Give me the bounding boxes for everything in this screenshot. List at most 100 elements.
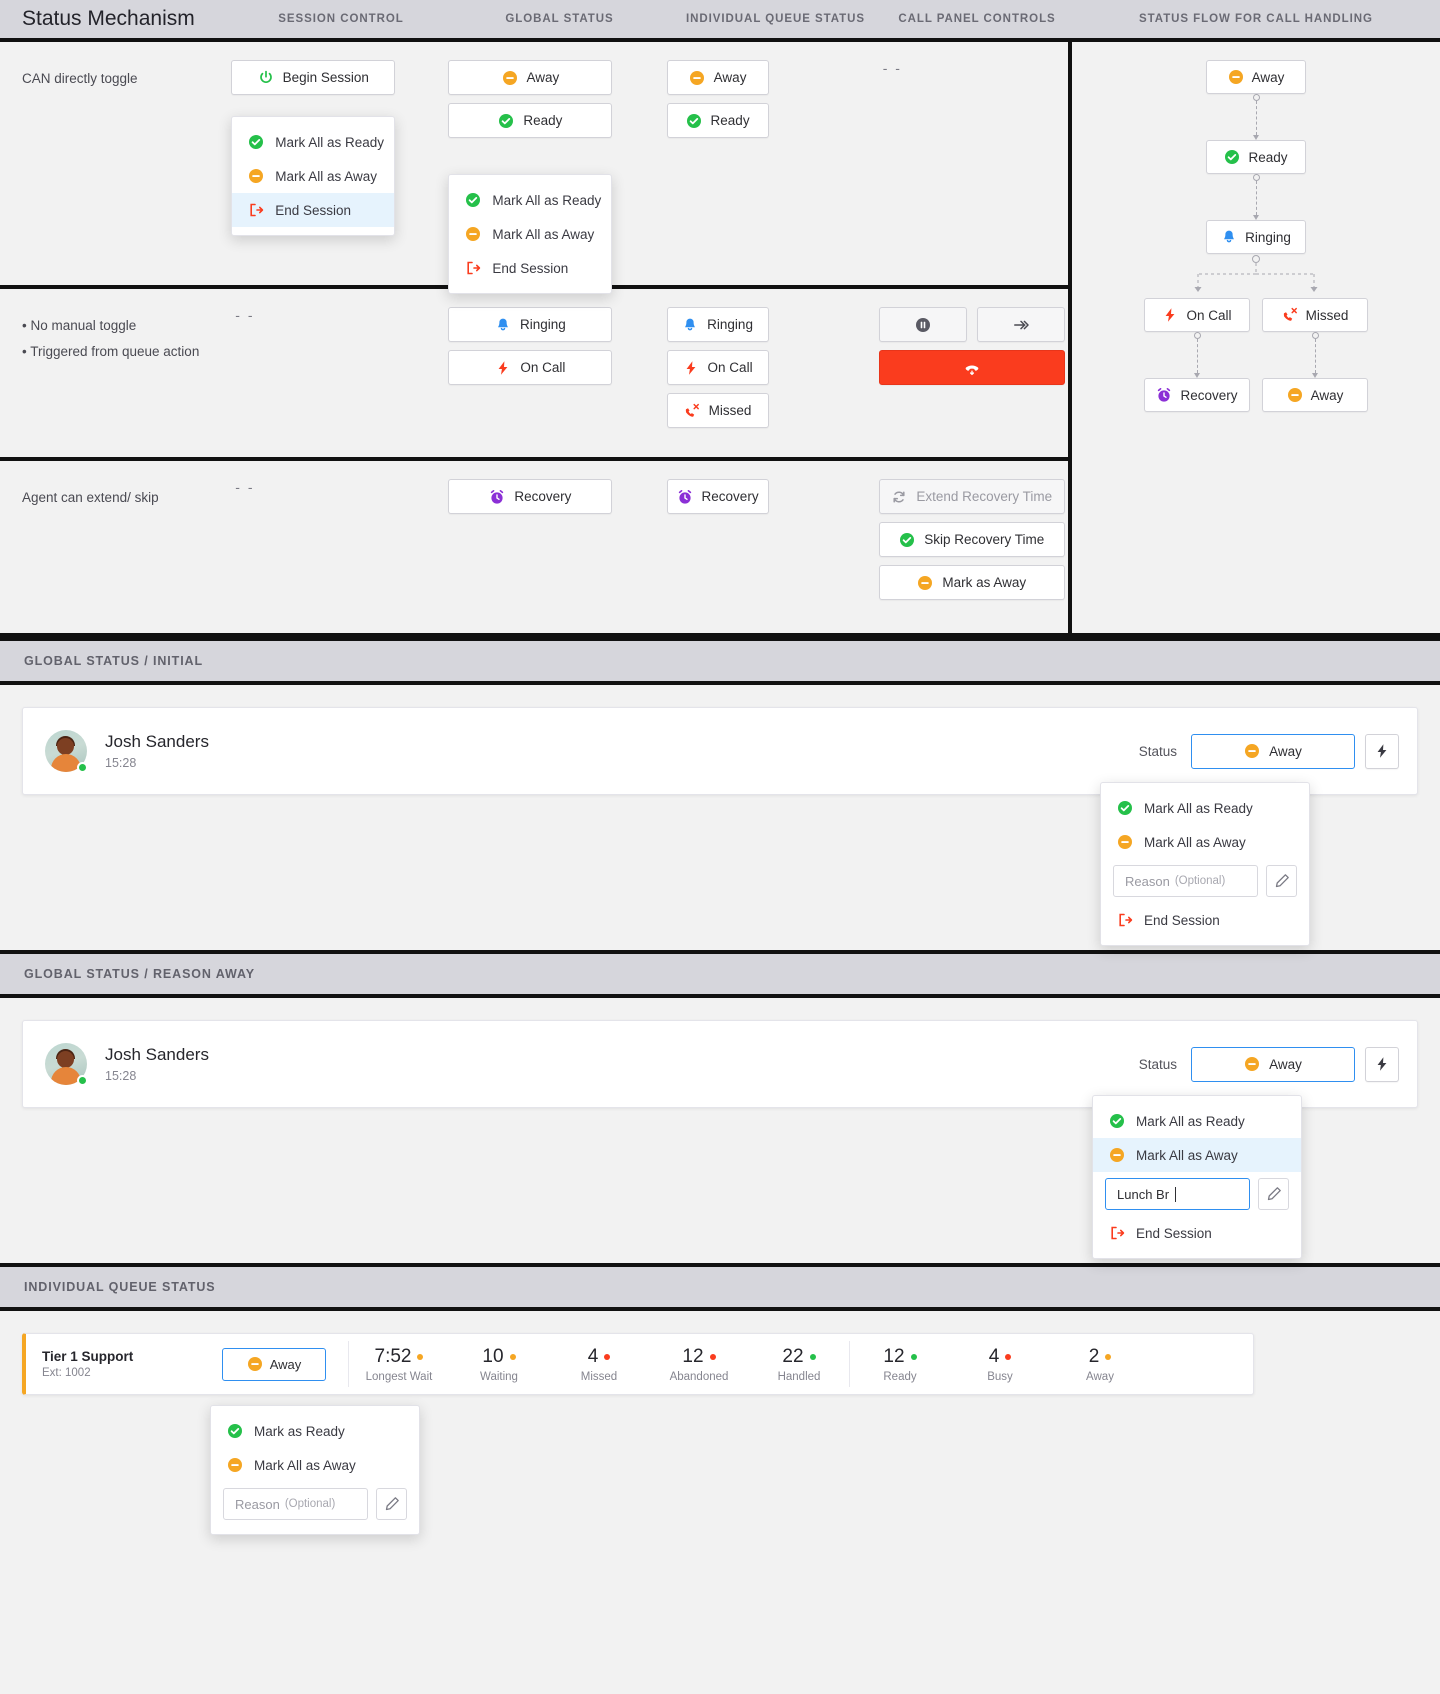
hangup-call-button[interactable] bbox=[878, 350, 1065, 385]
check-circle-icon bbox=[686, 113, 702, 129]
cell-global-status-row1: Away Ready Mark All as Ready Mark All as… bbox=[448, 42, 666, 294]
metric-abandoned: 12 Abandoned bbox=[649, 1346, 749, 1383]
session-control-menu[interactable]: Mark All as Ready Mark All as Away End S… bbox=[231, 116, 396, 236]
global-status-recovery-button[interactable]: Recovery bbox=[448, 479, 613, 514]
flow-node-on-call[interactable]: On Call bbox=[1144, 298, 1250, 332]
flow-leaf-row: Recovery Away bbox=[1144, 378, 1368, 412]
avatar bbox=[45, 1043, 88, 1086]
global-status-ready-button[interactable]: Ready bbox=[448, 103, 613, 138]
extend-recovery-time-button[interactable]: Extend Recovery Time bbox=[878, 479, 1065, 514]
queue-status-recovery-button[interactable]: Recovery bbox=[666, 479, 769, 514]
connector-line bbox=[1314, 339, 1316, 373]
queue-status-ready-button[interactable]: Ready bbox=[666, 103, 769, 138]
quick-action-button[interactable] bbox=[1365, 1046, 1399, 1082]
menu-item-label: Mark All as Ready bbox=[1144, 800, 1253, 816]
queue-metrics: 7:52 Longest Wait 10 Waiting 4 Missed 12… bbox=[348, 1334, 1150, 1394]
flow-node-ringing[interactable]: Ringing bbox=[1206, 220, 1306, 254]
text-cursor bbox=[1175, 1186, 1177, 1202]
flow-node-ready[interactable]: Ready bbox=[1206, 140, 1306, 174]
connector-dot bbox=[1311, 332, 1319, 339]
menu-item-mark-all-ready[interactable]: Mark All as Ready bbox=[1093, 1104, 1301, 1138]
status-flow-diagram: Away Ready Ringing On Call Missed Recove… bbox=[1072, 42, 1440, 633]
queue-status-missed-button[interactable]: Missed bbox=[666, 393, 769, 428]
quick-action-button[interactable] bbox=[1365, 733, 1399, 769]
pencil-icon bbox=[1266, 1186, 1282, 1202]
menu-item-mark-all-away[interactable]: Mark All as Away bbox=[1093, 1138, 1301, 1172]
menu-item-label: Mark as Ready bbox=[254, 1423, 345, 1439]
global-status-ringing-button[interactable]: Ringing bbox=[448, 307, 613, 342]
reason-input[interactable]: Reason (Optional) bbox=[223, 1488, 368, 1520]
metric-label: Ready bbox=[883, 1370, 917, 1383]
avatar bbox=[45, 730, 88, 773]
begin-session-button[interactable]: Begin Session bbox=[231, 60, 396, 95]
minus-circle-icon bbox=[1287, 387, 1303, 403]
button-label: Recovery bbox=[514, 489, 572, 504]
metric-status-dot bbox=[1005, 1353, 1012, 1360]
column-header-individual-queue-status: INDIVIDUAL QUEUE STATUS bbox=[685, 13, 866, 25]
flow-node-away[interactable]: Away bbox=[1206, 60, 1306, 94]
section-global-status-reason-away: Josh Sanders 15:28 Status Away Mark All … bbox=[0, 998, 1440, 1263]
queue-status-menu[interactable]: Mark as Ready Mark All as Away Reason (O… bbox=[210, 1405, 420, 1535]
queue-status-dropdown-trigger[interactable]: Away bbox=[222, 1347, 326, 1381]
queue-info: Tier 1 Support Ext: 1002 bbox=[26, 1349, 222, 1379]
reason-input[interactable]: Lunch Br bbox=[1105, 1178, 1250, 1210]
menu-item-mark-all-ready[interactable]: Mark All as Ready bbox=[449, 183, 611, 217]
transfer-call-button[interactable] bbox=[976, 307, 1065, 342]
bell-icon bbox=[495, 317, 511, 333]
bell-icon bbox=[682, 317, 698, 333]
metric-waiting: 10 Waiting bbox=[449, 1346, 549, 1383]
metric-status-dot bbox=[1105, 1353, 1112, 1360]
menu-item-mark-all-away[interactable]: Mark All as Away bbox=[1101, 825, 1309, 859]
column-header-call-panel-controls: CALL PANEL CONTROLS bbox=[898, 13, 1056, 25]
agent-status-menu-initial[interactable]: Mark All as Ready Mark All as Away Reaso… bbox=[1100, 782, 1310, 946]
flow-connector bbox=[1252, 94, 1260, 140]
check-circle-icon bbox=[1117, 800, 1133, 816]
flow-node-missed[interactable]: Missed bbox=[1262, 298, 1368, 332]
menu-item-end-session[interactable]: End Session bbox=[1101, 903, 1309, 937]
menu-item-mark-all-away[interactable]: Mark All as Away bbox=[449, 217, 611, 251]
edit-reason-button[interactable] bbox=[376, 1488, 407, 1520]
cell-call-panel-row3: Extend Recovery Time Skip Recovery Time … bbox=[878, 461, 1068, 633]
button-label: Recovery bbox=[701, 489, 759, 504]
agent-status-menu-reason[interactable]: Mark All as Ready Mark All as Away Lunch… bbox=[1092, 1095, 1302, 1259]
global-status-menu[interactable]: Mark All as Ready Mark All as Away End S… bbox=[448, 174, 613, 294]
menu-item-mark-as-ready[interactable]: Mark as Ready bbox=[211, 1414, 419, 1448]
session-placeholder: - - bbox=[235, 479, 255, 495]
agent-status-dropdown-trigger[interactable]: Away bbox=[1191, 733, 1355, 769]
global-status-oncall-button[interactable]: On Call bbox=[448, 350, 613, 385]
queue-status-ringing-button[interactable]: Ringing bbox=[666, 307, 769, 342]
menu-item-end-session[interactable]: End Session bbox=[232, 193, 395, 227]
edit-reason-button[interactable] bbox=[1258, 1178, 1289, 1210]
metric-value: 4 bbox=[988, 1345, 1000, 1367]
menu-item-end-session[interactable]: End Session bbox=[1093, 1216, 1301, 1250]
edit-reason-button[interactable] bbox=[1266, 865, 1297, 897]
agent-info: Josh Sanders 15:28 bbox=[87, 1045, 209, 1083]
column-header-status-flow: STATUS FLOW FOR CALL HANDLING bbox=[1139, 13, 1373, 25]
column-header-global-status: GLOBAL STATUS bbox=[505, 13, 614, 25]
flow-connector bbox=[1144, 332, 1250, 378]
check-circle-icon bbox=[899, 532, 915, 548]
skip-recovery-time-button[interactable]: Skip Recovery Time bbox=[878, 522, 1065, 557]
flow-node-label: Missed bbox=[1305, 307, 1349, 323]
metric-value-wrap: 10 bbox=[482, 1346, 516, 1368]
connector-dot bbox=[1252, 94, 1260, 101]
queue-status-away-button[interactable]: Away bbox=[666, 60, 769, 95]
queue-status-oncall-button[interactable]: On Call bbox=[666, 350, 769, 385]
hold-call-button[interactable] bbox=[878, 307, 967, 342]
global-status-away-button[interactable]: Away bbox=[448, 60, 613, 95]
reason-input[interactable]: Reason (Optional) bbox=[1113, 865, 1258, 897]
flow-node-label: Ringing bbox=[1245, 229, 1291, 245]
agent-status-dropdown-trigger[interactable]: Away bbox=[1191, 1046, 1355, 1082]
menu-item-mark-all-as-away[interactable]: Mark All as Away bbox=[211, 1448, 419, 1482]
mark-as-away-button[interactable]: Mark as Away bbox=[878, 565, 1065, 600]
cell-global-status-row3: Recovery bbox=[448, 461, 666, 633]
metric-longest-wait: 7:52 Longest Wait bbox=[349, 1346, 449, 1383]
menu-item-mark-all-ready[interactable]: Mark All as Ready bbox=[232, 125, 394, 159]
menu-item-mark-all-away[interactable]: Mark All as Away bbox=[232, 159, 394, 193]
menu-item-end-session[interactable]: End Session bbox=[449, 251, 611, 285]
cell-session-control-row2: - - bbox=[231, 289, 448, 457]
menu-item-mark-all-ready[interactable]: Mark All as Ready bbox=[1101, 791, 1309, 825]
flow-node-away-end[interactable]: Away bbox=[1262, 378, 1368, 412]
flow-node-recovery[interactable]: Recovery bbox=[1144, 378, 1250, 412]
exit-icon bbox=[465, 260, 481, 276]
